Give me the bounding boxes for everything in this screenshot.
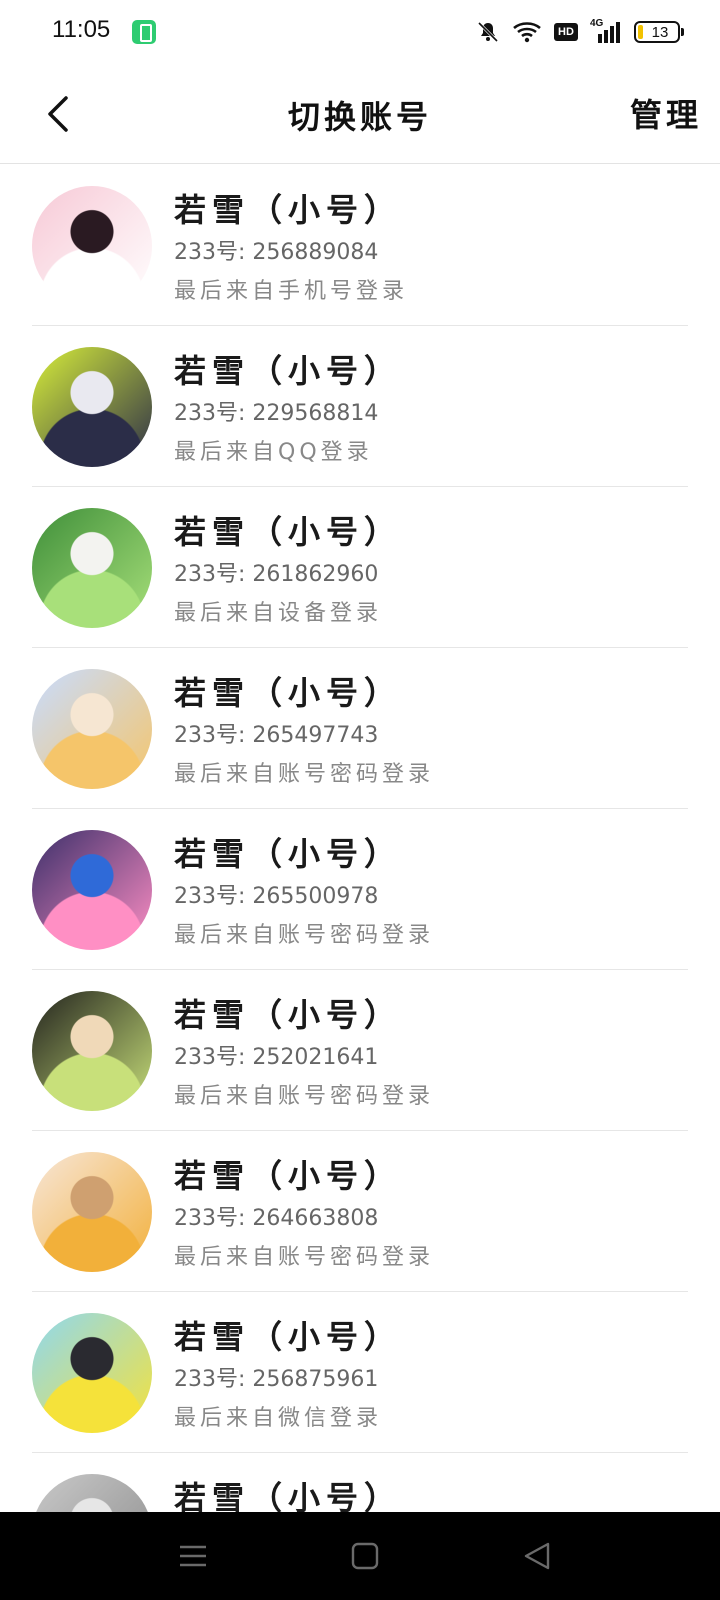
account-list-item[interactable]: 若雪（小号） 233号: 252021641 最后来自账号密码登录 <box>32 970 688 1131</box>
hd-icon: HD <box>554 23 578 41</box>
login-source: 最后来自手机号登录 <box>174 279 409 304</box>
avatar <box>32 1152 152 1272</box>
avatar <box>32 347 152 467</box>
account-name: 若雪（小号） <box>174 835 403 873</box>
account-list-item[interactable]: 若雪（小号） 233号: 256889084 最后来自手机号登录 <box>32 165 688 326</box>
top-nav-bar: 切换账号 管理 <box>0 64 720 164</box>
login-source: 最后来自微信登录 <box>174 1406 383 1431</box>
account-list-item[interactable]: 若雪（小号） 233号: 261862960 最后来自设备登录 <box>32 487 688 648</box>
login-source: 最后来自账号密码登录 <box>174 1245 435 1270</box>
signal-icon: 4G <box>590 18 622 44</box>
account-id: 233号: 261862960 <box>174 562 379 587</box>
account-list-item[interactable]: 若雪（小号） 233号: 265500978 最后来自账号密码登录 <box>32 809 688 970</box>
avatar <box>32 186 152 306</box>
account-id: 233号: 256875961 <box>174 1367 379 1392</box>
account-list: 若雪（小号） 233号: 256889084 最后来自手机号登录 若雪（小号） 233号… <box>0 165 720 1512</box>
login-source: 最后来自账号密码登录 <box>174 762 435 787</box>
login-source: 最后来自账号密码登录 <box>174 923 435 948</box>
avatar <box>32 669 152 789</box>
account-id: 233号: 264663808 <box>174 1206 379 1231</box>
account-name: 若雪（小号） <box>174 1157 403 1195</box>
page-title: 切换账号 <box>287 98 432 136</box>
home-icon[interactable] <box>349 1540 381 1572</box>
login-source: 最后来自账号密码登录 <box>174 1084 435 1109</box>
charging-icon <box>132 20 156 44</box>
avatar <box>32 1474 152 1512</box>
login-source: 最后来自QQ登录 <box>174 440 373 465</box>
avatar <box>32 830 152 950</box>
recent-apps-icon[interactable] <box>177 1540 209 1572</box>
network-type-label: 4G <box>590 18 604 29</box>
avatar <box>32 508 152 628</box>
battery-icon: 13 <box>634 21 684 43</box>
account-list-item[interactable]: 若雪（小号） <box>32 1453 688 1512</box>
account-list-item[interactable]: 若雪（小号） 233号: 256875961 最后来自微信登录 <box>32 1292 688 1453</box>
account-name: 若雪（小号） <box>174 1479 403 1512</box>
account-id: 233号: 229568814 <box>174 401 379 426</box>
account-id: 233号: 252021641 <box>174 1045 379 1070</box>
status-icons: HD 4G 13 <box>476 16 684 48</box>
avatar <box>32 1313 152 1433</box>
avatar <box>32 991 152 1111</box>
mute-bell-icon <box>476 20 500 44</box>
status-time: 11:05 <box>52 16 111 43</box>
account-list-item[interactable]: 若雪（小号） 233号: 265497743 最后来自账号密码登录 <box>32 648 688 809</box>
account-list-item[interactable]: 若雪（小号） 233号: 264663808 最后来自账号密码登录 <box>32 1131 688 1292</box>
account-name: 若雪（小号） <box>174 1318 403 1356</box>
status-bar: 11:05 HD 4G 13 <box>0 0 720 64</box>
account-name: 若雪（小号） <box>174 996 403 1034</box>
account-name: 若雪（小号） <box>174 674 403 712</box>
system-navigation-bar <box>0 1512 720 1600</box>
account-id: 233号: 265500978 <box>174 884 379 909</box>
login-source: 最后来自设备登录 <box>174 601 383 626</box>
account-list-item[interactable]: 若雪（小号） 233号: 229568814 最后来自QQ登录 <box>32 326 688 487</box>
manage-button[interactable]: 管理 <box>630 90 702 136</box>
account-name: 若雪（小号） <box>174 352 403 390</box>
battery-level: 13 <box>651 23 669 41</box>
back-triangle-icon[interactable] <box>521 1540 553 1572</box>
account-name: 若雪（小号） <box>174 513 403 551</box>
account-id: 233号: 256889084 <box>174 240 379 265</box>
account-name: 若雪（小号） <box>174 191 403 229</box>
account-id: 233号: 265497743 <box>174 723 379 748</box>
wifi-icon <box>512 20 542 44</box>
